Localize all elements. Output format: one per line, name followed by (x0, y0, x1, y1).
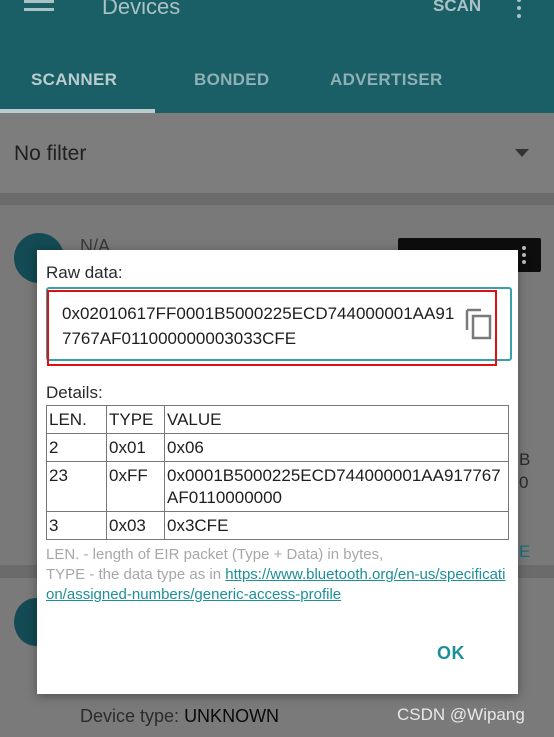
row-len: 2 (46, 433, 107, 462)
table-row: 3 0x03 0x3CFE (46, 511, 509, 540)
table-row: 2 0x01 0x06 (46, 433, 509, 462)
device-type-label: Device type: (80, 706, 180, 726)
side-text-b: B (519, 450, 531, 469)
device-type: Device type: UNKNOWN (80, 706, 279, 727)
row-type: 0xFF (106, 461, 165, 512)
table-row: 23 0xFF 0x0001B5000225ECD744000001AA9177… (46, 461, 509, 512)
details-label: Details: (46, 383, 103, 402)
legend-line-2: TYPE - the data type as in (46, 566, 226, 583)
tab-bonded[interactable]: BONDED (194, 70, 269, 90)
row-value: 0x06 (164, 433, 509, 462)
details-table: LEN. TYPE VALUE 2 0x01 0x06 23 0xFF 0x00… (46, 405, 509, 540)
more-options-icon[interactable] (516, 0, 522, 20)
row-len: 3 (46, 511, 107, 540)
watermark: CSDN @Wipang (397, 705, 525, 724)
filter-label: No filter (14, 142, 87, 165)
ok-button[interactable]: OK (437, 643, 465, 664)
chevron-down-icon (515, 149, 529, 157)
tab-bar: SCANNER BONDED ADVERTISER (0, 60, 554, 113)
menu-icon[interactable] (24, 0, 54, 16)
raw-data-value: 0x02010617FF0001B5000225ECD744000001AA91… (62, 304, 455, 348)
header-len: LEN. (46, 405, 107, 434)
table-header-row: LEN. TYPE VALUE (46, 405, 509, 434)
side-text-e: E (519, 542, 531, 561)
tab-scanner[interactable]: SCANNER (31, 70, 117, 90)
tab-advertiser[interactable]: ADVERTISER (330, 70, 443, 90)
raw-data-dialog: Raw data: 0x02010617FF0001B5000225ECD744… (37, 250, 518, 694)
copy-icon[interactable] (465, 306, 493, 340)
legend-line-1: LEN. - length of EIR packet (Type + Data… (46, 546, 384, 563)
side-text-0: 0 (519, 473, 529, 492)
row-value: 0x0001B5000225ECD744000001AA917767AF0110… (164, 461, 509, 512)
row-type: 0x03 (106, 511, 165, 540)
header-type: TYPE (106, 405, 165, 434)
row-type: 0x01 (106, 433, 165, 462)
filter-dropdown[interactable]: No filter (0, 113, 554, 193)
app-title: Devices (102, 0, 181, 19)
raw-data-label: Raw data: (46, 263, 123, 282)
row-value: 0x3CFE (164, 511, 509, 540)
header-value: VALUE (164, 405, 509, 434)
details-legend: LEN. - length of EIR packet (Type + Data… (46, 545, 511, 605)
scan-button[interactable]: SCAN (433, 0, 481, 16)
row-len: 23 (46, 461, 107, 512)
device-type-value: UNKNOWN (184, 706, 280, 726)
